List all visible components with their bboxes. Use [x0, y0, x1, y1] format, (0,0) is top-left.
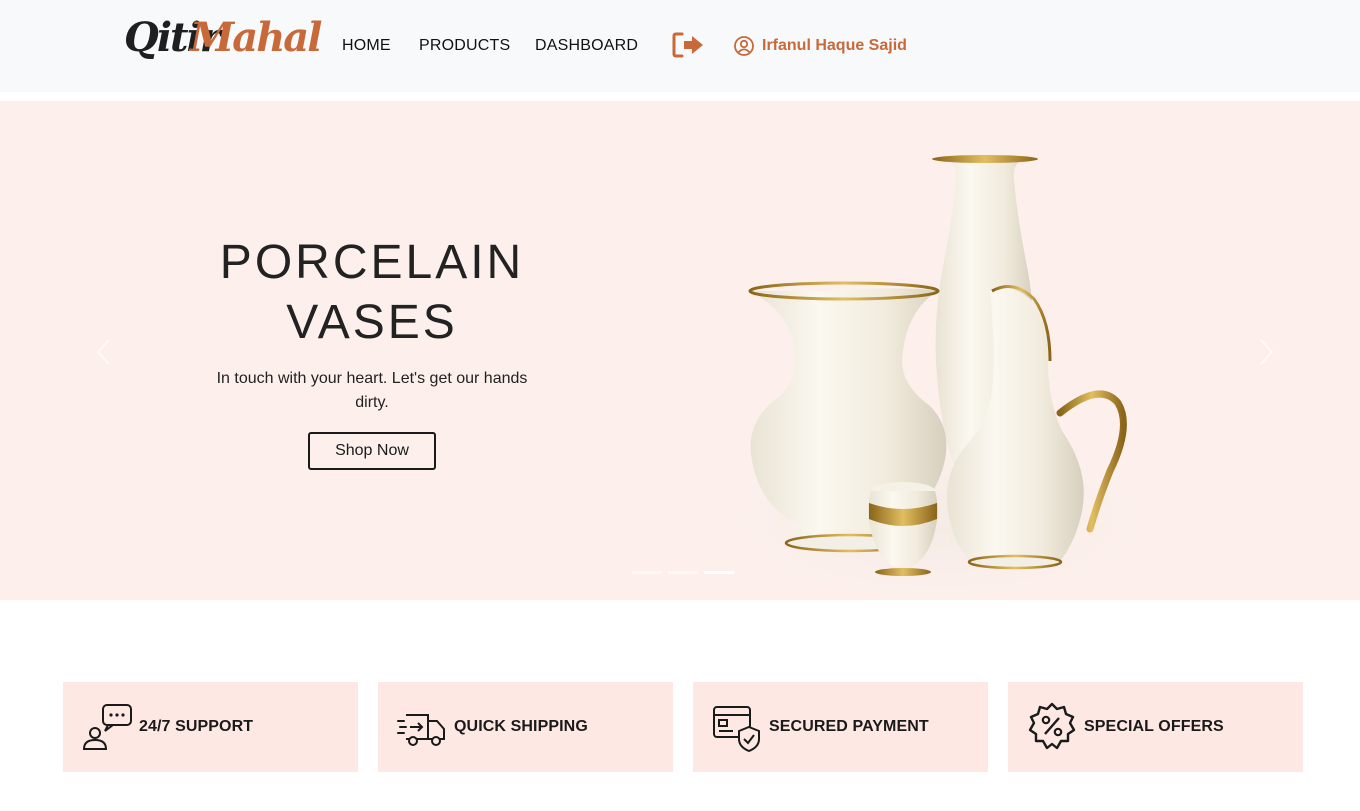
secure-card-icon — [711, 701, 763, 753]
feature-card-shipping: QUICK SHIPPING — [378, 682, 673, 772]
feature-card-offers: SPECIAL OFFERS — [1008, 682, 1303, 772]
feature-label: SPECIAL OFFERS — [1084, 718, 1224, 735]
carousel-indicator-active[interactable] — [704, 571, 734, 574]
support-chat-icon — [81, 701, 133, 753]
feature-label: QUICK SHIPPING — [454, 718, 588, 735]
nav-link-products[interactable]: PRODUCTS — [419, 37, 510, 55]
hero-title: PORCELAIN VASES — [172, 233, 572, 353]
hero-title-line2: VASES — [286, 296, 458, 349]
logout-icon[interactable] — [671, 30, 707, 60]
carousel-indicator[interactable] — [668, 571, 698, 574]
carousel-indicators — [632, 571, 734, 574]
delivery-truck-icon — [396, 701, 448, 753]
nav-link-home[interactable]: HOME — [342, 37, 391, 55]
nav-link-dashboard[interactable]: DASHBOARD — [535, 37, 638, 55]
carousel-prev-icon[interactable] — [94, 337, 114, 367]
hero-subtitle: In touch with your heart. Let's get our … — [216, 370, 528, 411]
user-profile[interactable]: Irfanul Haque Sajid — [733, 34, 907, 58]
user-name: Irfanul Haque Sajid — [762, 37, 907, 54]
navbar: Qitir Mahal HOME PRODUCTS DASHBOARD Irfa… — [0, 0, 1360, 92]
carousel-indicator[interactable] — [632, 571, 662, 574]
feature-label: 24/7 SUPPORT — [139, 718, 254, 735]
discount-badge-icon — [1026, 701, 1078, 753]
hero-title-line1: PORCELAIN — [219, 236, 525, 289]
feature-card-support: 24/7 SUPPORT — [63, 682, 358, 772]
shop-now-button[interactable]: Shop Now — [308, 432, 436, 470]
user-circle-icon — [733, 35, 755, 57]
logo-text-mahal: Mahal — [190, 14, 322, 61]
feature-label: SECURED PAYMENT — [769, 718, 929, 735]
brand-logo[interactable]: Qitir Mahal — [124, 14, 322, 78]
feature-card-payment: SECURED PAYMENT — [693, 682, 988, 772]
hero-carousel: PORCELAIN VASES In touch with your heart… — [0, 101, 1360, 600]
carousel-next-icon[interactable] — [1256, 337, 1276, 367]
porcelain-vases-image — [730, 155, 1150, 600]
